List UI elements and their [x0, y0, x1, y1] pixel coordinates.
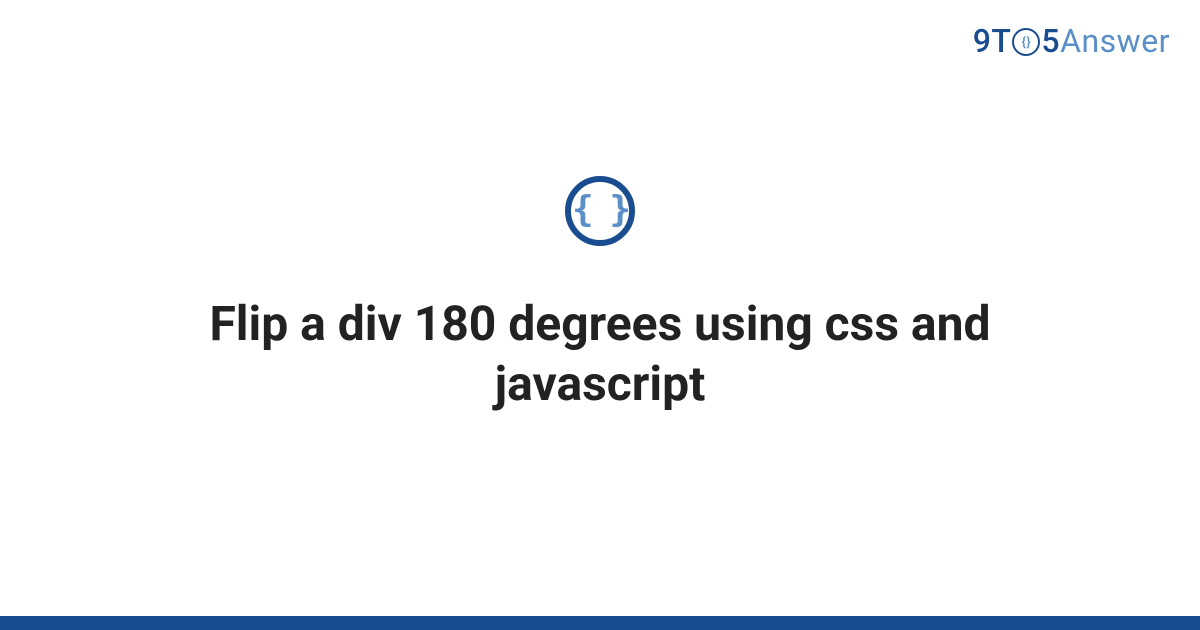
logo-text-5: 5: [1041, 22, 1060, 60]
logo-text-9t: 9T: [973, 22, 1012, 60]
main-content: { } Flip a div 180 degrees using css and…: [0, 176, 1200, 414]
footer-accent-bar: [0, 616, 1200, 630]
logo-text-answer: Answer: [1060, 22, 1170, 60]
code-braces-icon: { }: [565, 176, 635, 246]
page-title: Flip a div 180 degrees using css and jav…: [150, 294, 1050, 414]
braces-glyph: { }: [572, 192, 628, 228]
logo-circle-icon: {}: [1012, 28, 1040, 56]
logo-circle-inner: {}: [1022, 36, 1032, 49]
site-logo: 9T {} 5 Answer: [973, 22, 1170, 60]
